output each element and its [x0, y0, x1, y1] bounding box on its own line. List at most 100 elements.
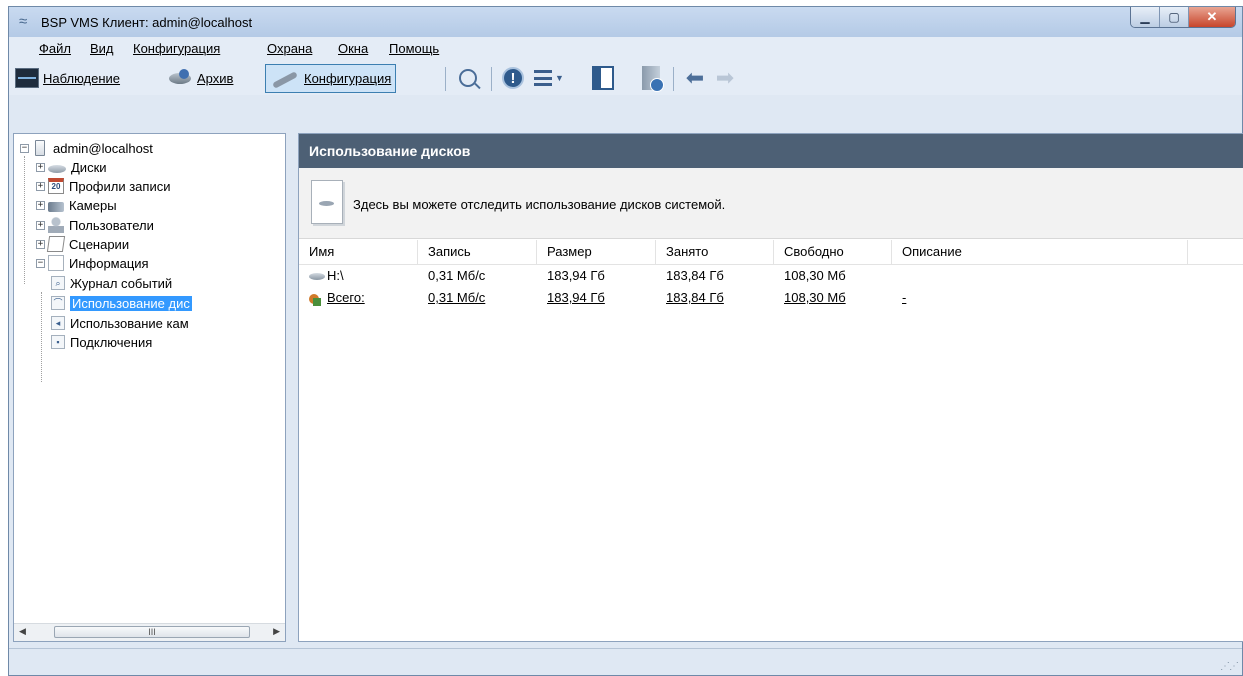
collapse-icon[interactable]: − [20, 143, 29, 153]
tree-item-disk-usage[interactable]: ⌒ Использование дис [51, 294, 192, 312]
expand-icon[interactable]: + [36, 162, 45, 172]
collapse-icon[interactable]: − [36, 258, 45, 268]
close-button[interactable]: ✕ [1189, 7, 1235, 27]
menu-security[interactable]: Охрана [267, 41, 312, 56]
archive-button[interactable]: Архив [167, 65, 233, 91]
column-header-record[interactable]: Запись [418, 240, 537, 264]
tree-item-event-log[interactable]: ⌕ Журнал событий [51, 274, 172, 292]
cell-free-link[interactable]: 108,30 Мб [774, 287, 846, 309]
tree-root-label: admin@localhost [53, 140, 153, 156]
cell-size-link[interactable]: 183,94 Гб [537, 287, 605, 309]
app-window: ≈ BSP VMS Клиент: admin@localhost ▁ ▢ ✕ … [8, 6, 1243, 676]
tree-item-label: Журнал событий [70, 275, 173, 291]
monitoring-button[interactable]: Наблюдение [15, 65, 120, 91]
title-bar[interactable]: ≈ BSP VMS Клиент: admin@localhost ▁ ▢ ✕ [9, 7, 1242, 37]
table-row-total[interactable]: Всего: 0,31 Мб/с 183,94 Гб 183,84 Гб 108… [299, 287, 1243, 309]
disk-icon [48, 165, 66, 173]
script-icon [46, 236, 66, 252]
alarm-button[interactable]: ! [499, 65, 527, 91]
toolbar-separator [673, 67, 674, 91]
scroll-right-icon[interactable]: ▶ [273, 626, 280, 637]
server-icon [35, 140, 45, 156]
toolbar-separator [491, 67, 492, 91]
toolbar: Наблюдение Архив Конфигурация ! ▼ ⬅ ➡ [9, 61, 1242, 95]
content-pane: Использование дисков Здесь вы можете отс… [298, 133, 1243, 642]
tree-guide-line [41, 292, 42, 382]
tree-item-disks[interactable]: + Диски [36, 158, 107, 176]
monitoring-label: Наблюдение [43, 70, 121, 86]
list-menu-button[interactable]: ▼ [531, 65, 567, 91]
column-header-used[interactable]: Занято [656, 240, 774, 264]
menu-configuration[interactable]: Конфигурация [133, 41, 220, 56]
arrow-left-icon: ⬅ [685, 65, 705, 90]
table-row[interactable]: H:\ 0,31 Мб/с 183,94 Гб 183,84 Гб 108,30… [299, 265, 1243, 287]
tree-item-cameras[interactable]: + Камеры [36, 196, 117, 214]
cell-description-link[interactable]: - [892, 287, 906, 309]
tree-item-connections[interactable]: ▪ Подключения [51, 333, 152, 351]
tree-item-recording-profiles[interactable]: + 20 Профили записи [36, 177, 170, 195]
cell-record-link[interactable]: 0,31 Мб/с [418, 287, 485, 309]
menu-view[interactable]: Вид [90, 41, 114, 56]
maximize-icon: ▢ [1168, 10, 1180, 24]
cell-name: Всего: [299, 287, 365, 309]
close-icon: ✕ [1206, 9, 1218, 24]
tree-item-label: Информация [69, 255, 149, 271]
disk-icon [309, 273, 325, 281]
forward-button[interactable]: ➡ [711, 65, 739, 91]
minimize-icon: ▁ [1140, 10, 1150, 24]
scrollbar-thumb[interactable]: III [54, 626, 250, 638]
resize-grip-icon[interactable]: ⋰⋰ [1220, 661, 1239, 672]
tree-item-information[interactable]: − Информация [36, 254, 149, 272]
alert-icon: ! [502, 67, 524, 89]
expand-icon[interactable]: + [36, 181, 45, 191]
tree-root[interactable]: − admin@localhost [20, 139, 153, 157]
navigation-tree[interactable]: − admin@localhost + Диски + 20 Профили з… [13, 133, 286, 642]
column-header-description[interactable]: Описание [892, 240, 1188, 264]
document-disk-icon [311, 180, 343, 224]
configuration-button[interactable]: Конфигурация [265, 64, 397, 93]
configuration-label: Конфигурация [304, 71, 392, 86]
panel-toggle-button[interactable] [589, 65, 617, 91]
expand-icon[interactable]: + [36, 200, 45, 210]
expand-icon[interactable]: + [36, 220, 45, 230]
archive-label: Архив [197, 70, 234, 86]
user-icon [48, 217, 64, 233]
tree-item-camera-usage[interactable]: ◂ Использование кам [51, 314, 189, 332]
window-title: BSP VMS Клиент: admin@localhost [41, 15, 253, 30]
search-button[interactable] [455, 65, 481, 91]
tree-item-label-selected: Использование дис [70, 295, 192, 311]
menu-bar: Файл Вид Конфигурация Охрана Окна Помощь [9, 37, 1242, 61]
minimize-button[interactable]: ▁ [1131, 7, 1160, 27]
library-icon [642, 66, 664, 92]
tools-icon [270, 69, 300, 89]
expand-icon[interactable]: + [36, 239, 45, 249]
menu-help[interactable]: Помощь [389, 41, 439, 56]
cell-used-link[interactable]: 183,84 Гб [656, 287, 724, 309]
menu-file[interactable]: Файл [39, 41, 71, 56]
column-header-size[interactable]: Размер [537, 240, 656, 264]
dropdown-arrow-icon: ▼ [555, 73, 564, 83]
cell-free: 108,30 Мб [784, 268, 846, 283]
monitor-icon [15, 68, 39, 88]
camera-icon [48, 201, 64, 212]
total-link[interactable]: Всего: [327, 290, 365, 305]
column-header-free[interactable]: Свободно [774, 240, 892, 264]
tree-item-scenarios[interactable]: + Сценарии [36, 235, 129, 253]
tree-item-users[interactable]: + Пользователи [36, 216, 154, 234]
column-header-name[interactable]: Имя [299, 240, 418, 264]
maximize-button[interactable]: ▢ [1160, 7, 1189, 27]
back-button[interactable]: ⬅ [681, 65, 709, 91]
menu-windows[interactable]: Окна [338, 41, 368, 56]
table-header: Имя Запись Размер Занято Свободно Описан… [299, 240, 1243, 265]
scroll-left-icon[interactable]: ◀ [19, 626, 26, 637]
status-bar: ⋰⋰ [9, 648, 1242, 675]
panel-icon [592, 66, 614, 90]
camera-usage-icon: ◂ [51, 316, 65, 330]
archive-disk-icon [167, 69, 193, 87]
calendar-icon: 20 [48, 178, 64, 194]
horizontal-scrollbar[interactable]: ◀ III ▶ [14, 623, 285, 641]
tree-item-label: Сценарии [69, 236, 130, 252]
list-icon [534, 70, 553, 86]
library-button[interactable] [637, 65, 665, 92]
app-logo-icon: ≈ [19, 13, 28, 30]
